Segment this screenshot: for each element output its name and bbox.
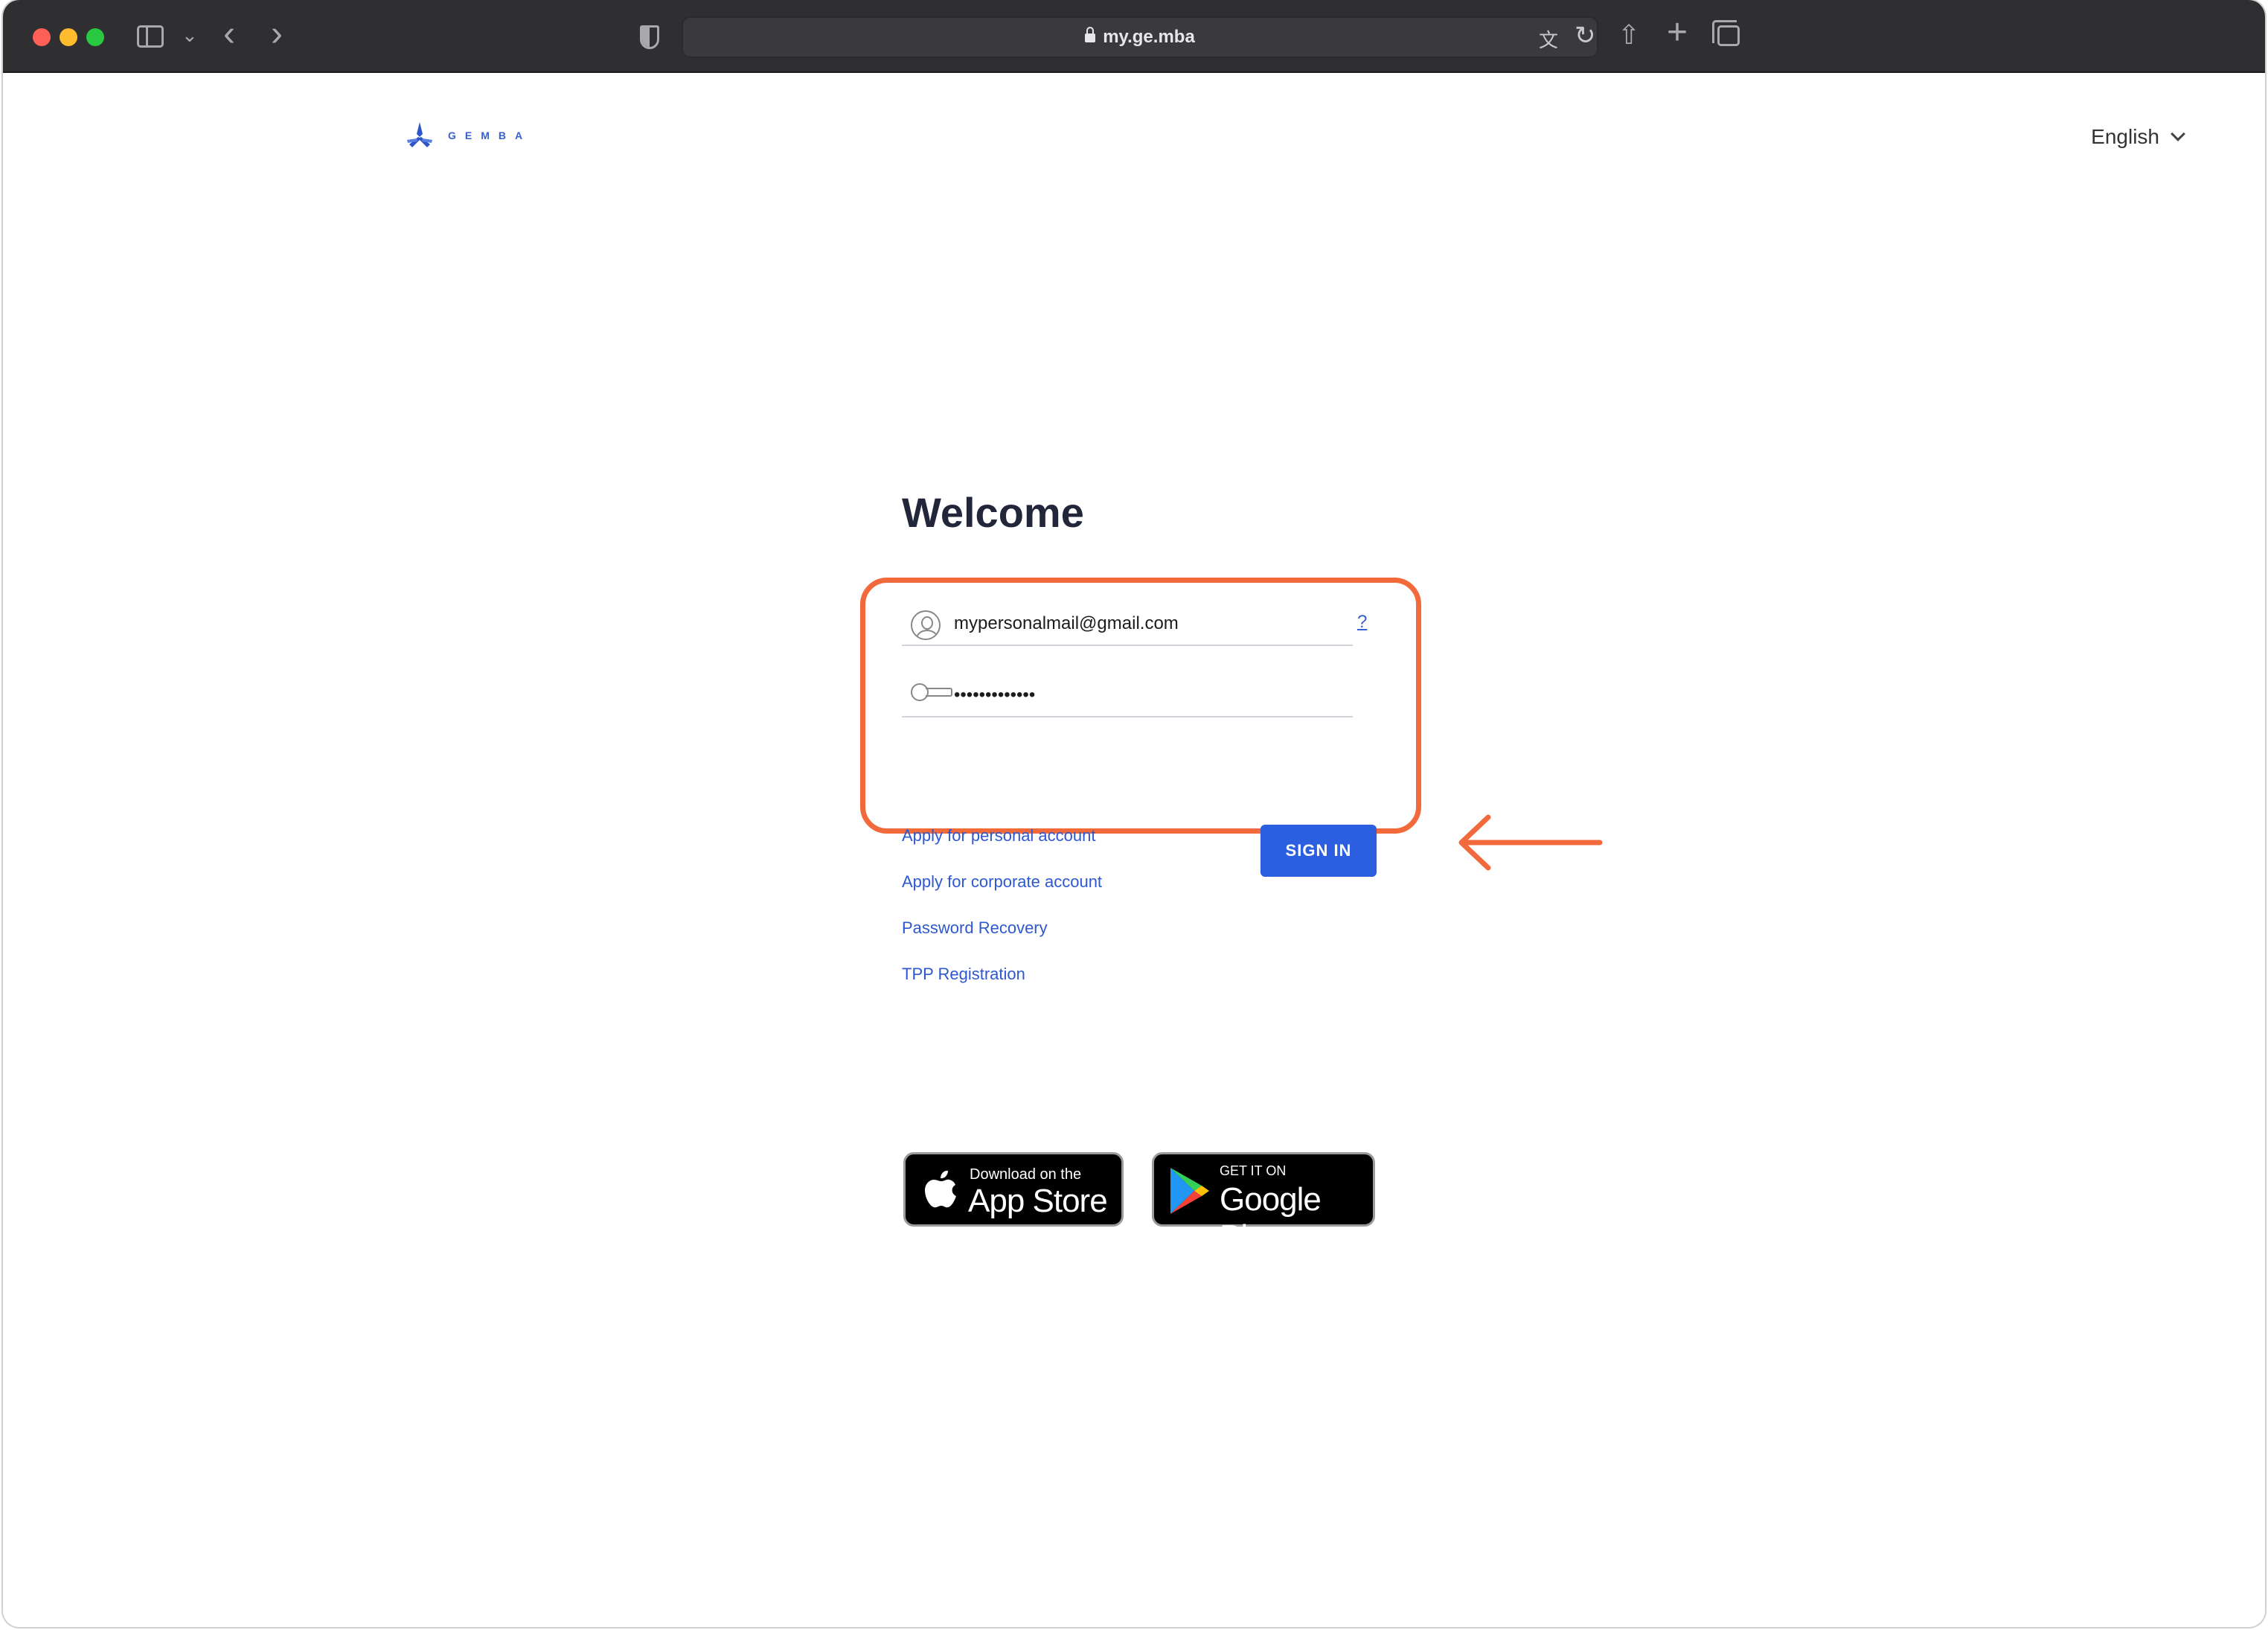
translate-icon[interactable]: 文 (1539, 25, 1558, 53)
password-input[interactable] (952, 680, 1339, 710)
password-field (902, 674, 1353, 717)
tpp-registration-link[interactable]: TPP Registration (902, 965, 1025, 984)
user-icon (911, 610, 941, 640)
apply-personal-account-link[interactable]: Apply for personal account (902, 826, 1096, 846)
browser-toolbar: ⌄ ‹ › my.ge.mba 文 ↻ ⇧ + (3, 0, 2265, 73)
app-store-small-text: Download on the (970, 1166, 1082, 1183)
language-selector[interactable]: English (2091, 125, 2185, 149)
lock-icon (1085, 27, 1096, 42)
logo-text: GEMBA (448, 130, 532, 141)
chevron-down-icon (2171, 127, 2185, 141)
apple-icon (925, 1170, 956, 1208)
gemba-logo-icon (407, 122, 432, 147)
email-input[interactable] (952, 609, 1339, 639)
password-recovery-link[interactable]: Password Recovery (902, 918, 1048, 938)
language-label: English (2091, 125, 2159, 148)
reload-icon[interactable]: ↻ (1575, 21, 1596, 51)
share-icon[interactable]: ⇧ (1618, 19, 1640, 51)
sign-in-button[interactable]: SIGN IN (1260, 825, 1377, 877)
browser-window: ⌄ ‹ › my.ge.mba 文 ↻ ⇧ + GEMBA English We… (3, 0, 2265, 1627)
address-bar[interactable]: my.ge.mba (682, 16, 1598, 58)
privacy-shield-icon[interactable] (640, 25, 659, 49)
page-content: GEMBA English (3, 74, 2265, 1627)
sidebar-toggle-icon[interactable] (137, 25, 164, 48)
email-field (902, 603, 1353, 646)
maximize-window-button[interactable] (86, 28, 104, 46)
google-play-badge[interactable]: GET IT ON Google Play (1152, 1152, 1375, 1255)
app-store-badge[interactable]: Download on the App Store (903, 1152, 1124, 1227)
google-play-icon (1170, 1168, 1209, 1214)
google-play-big-text: Google Play (1220, 1181, 1322, 1255)
annotation-arrow-icon (1458, 814, 1603, 871)
help-link[interactable]: ? (1357, 612, 1367, 633)
address-bar-content: my.ge.mba (683, 18, 1597, 60)
app-store-big-text: App Store (968, 1183, 1108, 1219)
back-arrow-icon[interactable]: ‹ (223, 16, 235, 52)
page-title: Welcome (902, 489, 1084, 536)
new-tab-icon[interactable]: + (1667, 15, 1688, 51)
tab-overview-icon[interactable] (1712, 20, 1740, 46)
close-window-button[interactable] (33, 28, 51, 46)
chevron-down-icon[interactable]: ⌄ (182, 24, 198, 47)
gemba-logo[interactable]: GEMBA (405, 121, 531, 150)
url-text: my.ge.mba (1103, 27, 1195, 47)
forward-arrow-icon[interactable]: › (271, 16, 283, 52)
google-play-small-text: GET IT ON (1220, 1163, 1287, 1178)
apply-corporate-account-link[interactable]: Apply for corporate account (902, 872, 1102, 892)
minimize-window-button[interactable] (60, 28, 77, 46)
key-icon (911, 682, 952, 701)
